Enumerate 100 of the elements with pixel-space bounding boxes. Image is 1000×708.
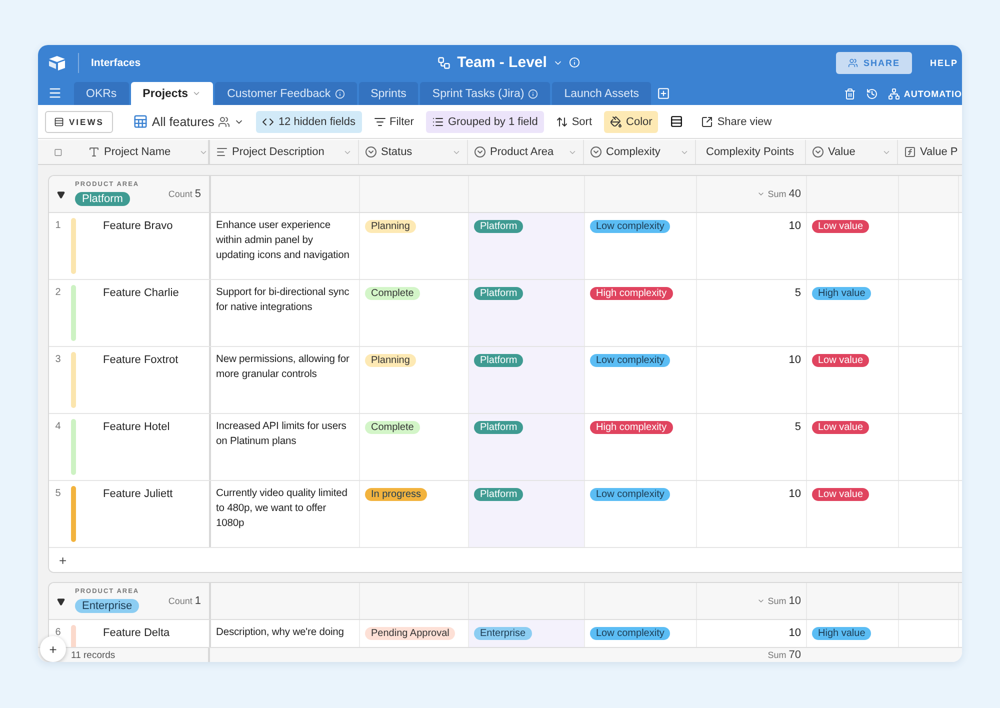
status-tag: Planning	[365, 354, 416, 367]
table-cell-text: Feature Charlie	[102, 286, 179, 301]
group-button[interactable]: Grouped by 1 field	[426, 110, 544, 132]
info-icon[interactable]	[568, 57, 580, 68]
complexity-tag: Low complexity	[590, 220, 670, 233]
collapse-caret-icon[interactable]	[57, 191, 65, 199]
external-link-icon	[701, 116, 714, 128]
complexity-tag: High complexity	[590, 421, 673, 434]
column-header[interactable]: Product Area	[468, 140, 584, 164]
collapse-caret-icon[interactable]	[57, 598, 65, 606]
table-cell-text: Currently video quality limited to 480p, we want to offer 1080p	[216, 487, 348, 531]
value-tag: Low value	[812, 421, 870, 434]
interfaces-link[interactable]: Interfaces	[78, 52, 141, 72]
single-select-icon	[474, 146, 486, 158]
product-area-tag: Platform	[474, 421, 524, 434]
sort-icon	[556, 116, 568, 128]
grid-icon	[132, 114, 148, 129]
column-header[interactable]: Project Name	[88, 146, 208, 158]
row-number: 5	[54, 487, 62, 501]
value-tag: High value	[812, 627, 872, 640]
status-tag: Complete	[365, 287, 420, 300]
hidden-fields-button[interactable]: 12 hidden fields	[256, 110, 362, 132]
table-cell-text: Enhance user experience within admin panel by updating icons and navigation	[216, 219, 350, 263]
product-area-tag: Platform	[474, 287, 524, 300]
group-tag: Platform	[75, 192, 130, 206]
column-header[interactable]: Complexity	[584, 140, 696, 164]
complexity-tag: Low complexity	[590, 627, 670, 640]
table-cell-text: Feature Bravo	[102, 219, 173, 234]
formula-icon	[904, 146, 916, 158]
table-tab[interactable]: Projects	[130, 82, 214, 105]
row-number: 2	[54, 286, 62, 300]
help-link[interactable]: HELP	[930, 58, 958, 68]
menu-icon[interactable]	[48, 86, 62, 100]
table-tab[interactable]: Sprint Tasks (Jira)	[420, 82, 550, 105]
caret-icon[interactable]	[756, 597, 765, 605]
table-cell-text: Feature Foxtrot	[102, 353, 178, 368]
table-cell: 10	[788, 354, 801, 366]
complexity-tag: Low complexity	[590, 488, 670, 501]
add-table-icon[interactable]	[657, 87, 670, 100]
people-icon	[848, 58, 858, 68]
history-icon[interactable]	[866, 88, 878, 100]
trash-icon[interactable]	[844, 88, 856, 100]
table-cell-text: Feature Juliett	[102, 487, 173, 502]
long-text-icon	[216, 146, 228, 158]
table-cell-text: Feature Hotel	[102, 420, 170, 435]
table-tab[interactable]: OKRs	[74, 82, 129, 105]
caret-icon[interactable]	[192, 89, 202, 98]
column-header[interactable]: Project Description	[210, 140, 359, 164]
filter-icon	[374, 116, 386, 128]
table-cell-text: Description, why we're doing	[216, 626, 344, 640]
row-number: 4	[54, 420, 62, 434]
share-view-button[interactable]: Share view	[695, 110, 778, 132]
code-icon	[262, 116, 274, 128]
table-cell: 10	[788, 220, 801, 232]
table-cell-text: Increased API limits for users on Platinum plans	[216, 420, 348, 449]
select-all-checkbox[interactable]	[54, 146, 62, 158]
table-cell-text: Feature Delta	[102, 626, 170, 641]
info-icon	[334, 88, 345, 98]
text-field-icon	[88, 146, 100, 158]
base-title[interactable]: Team - Level	[457, 54, 547, 71]
views-button[interactable]: VIEWS	[45, 110, 113, 132]
view-switcher[interactable]: All features	[126, 110, 250, 132]
product-area-tag: Platform	[474, 220, 524, 233]
group-sum: Sum 10	[768, 595, 801, 607]
product-area-tag: Enterprise	[474, 627, 532, 640]
status-tag: In progress	[365, 488, 428, 501]
value-tag: Low value	[812, 220, 870, 233]
product-area-tag: Platform	[474, 354, 524, 367]
status-tag: Complete	[365, 421, 420, 434]
table-cell: 10	[788, 627, 801, 639]
complexity-tag: High complexity	[590, 287, 673, 300]
table-tab[interactable]: Sprints	[358, 82, 418, 105]
row-height-icon[interactable]	[670, 115, 684, 128]
table-cell-text: Support for bi-directional sync for native integrations	[216, 286, 350, 315]
table-cell: 10	[788, 488, 801, 500]
color-button[interactable]: Color	[604, 110, 658, 132]
column-header[interactable]: Value	[806, 140, 898, 164]
table-cell: 5	[794, 287, 801, 299]
column-header[interactable]: Status	[359, 140, 468, 164]
table-tab[interactable]: Customer Feedback	[215, 82, 357, 105]
group-sum: Sum 40	[768, 188, 801, 200]
column-header[interactable]: Value P	[898, 140, 962, 164]
group-count: Count 5	[168, 188, 201, 200]
caret-icon[interactable]	[756, 190, 765, 198]
automation-icon[interactable]	[888, 88, 900, 100]
complexity-tag: Low complexity	[590, 354, 670, 367]
single-select-icon	[590, 146, 602, 158]
row-number: 1	[54, 219, 62, 233]
workflow-icon	[437, 56, 452, 70]
filter-button[interactable]: Filter	[368, 110, 420, 132]
automations-link[interactable]: AUTOMATIO	[904, 88, 962, 98]
logo-icon[interactable]	[48, 54, 66, 70]
status-tag: Pending Approval	[365, 627, 456, 640]
people-icon	[218, 116, 230, 128]
row-number: 3	[54, 353, 62, 367]
sort-button[interactable]: Sort	[550, 110, 598, 132]
group-count: Count 1	[168, 595, 201, 607]
table-cell: 5	[794, 421, 801, 433]
table-tab[interactable]: Launch Assets	[552, 82, 652, 105]
single-select-icon	[365, 146, 377, 158]
